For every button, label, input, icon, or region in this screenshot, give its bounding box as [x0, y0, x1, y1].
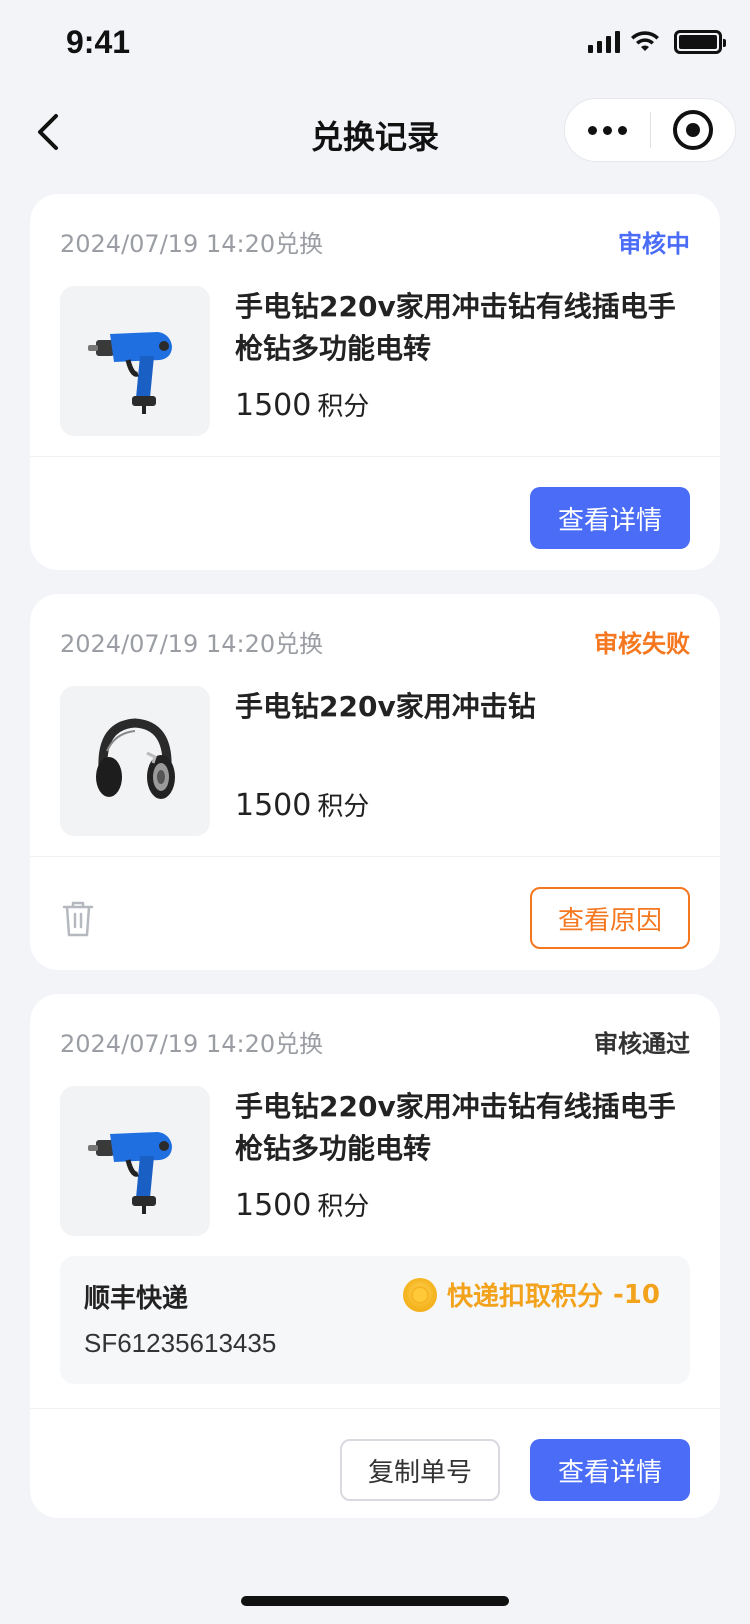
wifi-icon — [631, 31, 659, 51]
record-card: 2024/07/19 14:20兑换 审核通过 手电钻220v家用冲击钻有线插电… — [30, 994, 720, 1518]
mini-program-capsule — [564, 98, 736, 162]
product-points: 1500 积分 — [235, 786, 369, 823]
trash-icon[interactable] — [60, 899, 96, 939]
status-icons — [588, 30, 726, 54]
product-info: 手电钻220v家用冲击钻 1500 积分 — [30, 686, 720, 856]
express-fee: 快递扣取积分 -10 — [403, 1276, 660, 1313]
product-image — [60, 686, 210, 836]
cellular-signal-icon — [588, 31, 620, 53]
express-info: 顺丰快递 SF61235613435 快递扣取积分 -10 — [60, 1256, 690, 1384]
power-drill-icon — [88, 1132, 172, 1214]
points-unit: 积分 — [317, 392, 370, 422]
points-value: 1500 — [235, 388, 312, 423]
product-points: 1500 积分 — [235, 1186, 369, 1223]
express-fee-value: -10 — [613, 1279, 660, 1310]
points-value: 1500 — [235, 1188, 312, 1223]
product-info: 手电钻220v家用冲击钻有线插电手枪钻多功能电转 1500 积分 — [30, 286, 720, 456]
headphones-icon — [96, 718, 175, 799]
status-badge: 审核中 — [618, 230, 690, 258]
record-card: 2024/07/19 14:20兑换 审核中 手电钻220v家用冲击钻有线插电手… — [30, 194, 720, 570]
product-image — [60, 1086, 210, 1236]
navigation-bar: 兑换记录 — [0, 96, 750, 168]
product-image — [60, 286, 210, 436]
record-header: 2024/07/19 14:20兑换 审核通过 — [30, 994, 720, 1086]
target-icon — [672, 110, 713, 150]
record-actions: 查看详情 — [30, 457, 720, 570]
view-details-button[interactable]: 查看详情 — [530, 487, 690, 549]
coin-icon — [403, 1277, 437, 1312]
record-date: 2024/07/19 14:20兑换 — [60, 230, 324, 258]
product-name: 手电钻220v家用冲击钻 — [235, 690, 536, 723]
express-company: 顺丰快递 — [84, 1284, 189, 1314]
home-indicator — [241, 1596, 509, 1606]
more-icon[interactable] — [565, 125, 650, 135]
product-info: 手电钻220v家用冲击钻有线插电手枪钻多功能电转 1500 积分 — [30, 1086, 720, 1256]
record-header: 2024/07/19 14:20兑换 审核失败 — [30, 594, 720, 686]
points-unit: 积分 — [317, 1192, 370, 1222]
record-actions: 查看原因 — [30, 857, 720, 970]
status-badge: 审核通过 — [594, 1030, 690, 1058]
status-time: 9:41 — [66, 24, 131, 60]
product-name: 手电钻220v家用冲击钻有线插电手枪钻多功能电转 — [235, 290, 676, 365]
product-points: 1500 积分 — [235, 386, 369, 423]
record-actions: 复制单号 查看详情 — [30, 1409, 720, 1518]
view-reason-button[interactable]: 查看原因 — [530, 887, 690, 949]
battery-icon — [674, 30, 726, 54]
record-header: 2024/07/19 14:20兑换 审核中 — [30, 194, 720, 286]
record-date: 2024/07/19 14:20兑换 — [60, 630, 324, 658]
record-card: 2024/07/19 14:20兑换 审核失败 手电钻220v家用冲击钻 150… — [30, 594, 720, 970]
status-badge: 审核失败 — [594, 630, 690, 658]
points-unit: 积分 — [317, 792, 370, 822]
record-date: 2024/07/19 14:20兑换 — [60, 1030, 324, 1058]
power-drill-icon — [88, 332, 172, 414]
close-mini-program-button[interactable] — [651, 110, 736, 150]
status-bar: 9:41 — [0, 0, 750, 88]
view-details-button[interactable]: 查看详情 — [530, 1439, 690, 1501]
product-name: 手电钻220v家用冲击钻有线插电手枪钻多功能电转 — [235, 1090, 676, 1165]
copy-tracking-number-button[interactable]: 复制单号 — [340, 1439, 500, 1501]
tracking-number: SF61235613435 — [84, 1328, 277, 1358]
express-fee-label: 快递扣取积分 — [447, 1282, 604, 1312]
points-value: 1500 — [235, 788, 312, 823]
